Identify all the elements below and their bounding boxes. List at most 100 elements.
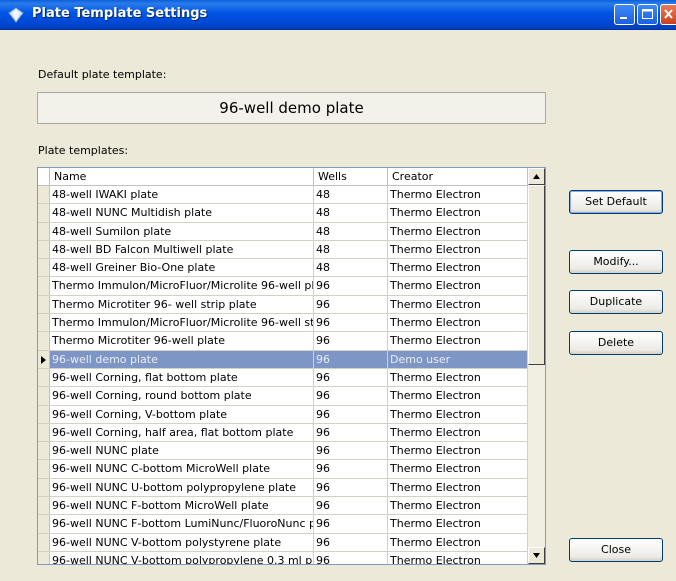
table-row[interactable]: Thermo Microtiter 96- well strip plate 96…	[38, 295, 528, 315]
cell-creator: Thermo Electron	[388, 387, 528, 405]
set-default-button[interactable]: Set Default	[569, 190, 663, 214]
cell-creator: Thermo Electron	[388, 259, 528, 277]
scroll-down-button[interactable]	[528, 547, 545, 564]
row-selector[interactable]	[38, 295, 50, 314]
title-bar[interactable]: Plate Template Settings	[0, 0, 676, 30]
table-row[interactable]: 96-well Corning, V-bottom plate 96 Thermo …	[38, 405, 528, 424]
cell-creator: Thermo Electron	[388, 314, 528, 332]
row-selector[interactable]	[38, 533, 50, 551]
table-row[interactable]: 48-well IWAKI plate 48 Thermo Electron	[38, 186, 528, 205]
cell-name: Thermo Immulon/MicroFluor/Microlite 96-w…	[50, 314, 314, 332]
cell-name: 96-well Corning, V-bottom plate	[50, 405, 314, 423]
scroll-up-arrow-icon	[533, 174, 540, 179]
cell-wells: 96	[314, 551, 388, 564]
maximize-icon	[642, 9, 653, 19]
window-title: Plate Template Settings	[32, 6, 208, 21]
cell-wells: 96	[314, 368, 388, 387]
table-row[interactable]: 48-well Sumilon plate 48 Thermo Electron	[38, 222, 528, 241]
cell-wells: 96	[314, 442, 388, 460]
duplicate-button[interactable]: Duplicate	[569, 290, 663, 314]
column-header-wells[interactable]: Wells	[314, 168, 388, 185]
table-row[interactable]: 96-well NUNC V-bottom polypropylene 0.3 …	[38, 551, 528, 564]
cell-creator: Thermo Electron	[388, 368, 528, 387]
row-selector[interactable]	[38, 442, 50, 460]
table-row[interactable]: 48-well BD Falcon Multiwell plate 48 Therm…	[38, 240, 528, 260]
cell-creator: Thermo Electron	[388, 405, 528, 423]
table-row[interactable]: 96-well demo plate 96 Demo user	[38, 350, 528, 369]
row-selector[interactable]	[38, 277, 50, 295]
row-selector[interactable]	[38, 460, 50, 478]
cell-creator: Thermo Electron	[388, 186, 528, 204]
close-window-button[interactable]	[660, 4, 676, 25]
row-selector[interactable]	[38, 387, 50, 405]
cell-creator: Thermo Electron	[388, 478, 528, 497]
cell-creator: Thermo Electron	[388, 332, 528, 350]
cell-wells: 96	[314, 460, 388, 478]
cell-wells: 48	[314, 240, 388, 259]
cell-wells: 48	[314, 259, 388, 277]
scroll-down-arrow-icon	[533, 553, 540, 558]
table-header: Name Wells Creator	[38, 168, 528, 186]
close-button[interactable]: Close	[569, 538, 663, 562]
table-row[interactable]: 96-well Corning, flat bottom plate 96 Ther…	[38, 368, 528, 388]
table-row[interactable]: Thermo Immulon/MicroFluor/Microlite 96-w…	[38, 314, 528, 333]
row-selector[interactable]	[38, 186, 50, 204]
table-row[interactable]: 96-well NUNC U-bottom polypropylene plat…	[38, 478, 528, 498]
table-row[interactable]: 96-well Corning, round bottom plate 96 The…	[38, 387, 528, 406]
row-selector[interactable]	[38, 478, 50, 497]
cell-creator: Thermo Electron	[388, 222, 528, 240]
minimize-icon	[620, 17, 627, 19]
row-selector[interactable]	[38, 515, 50, 533]
cell-name: 96-well NUNC V-bottom polystyrene plate	[50, 533, 314, 551]
row-selector[interactable]	[38, 204, 50, 222]
table-row[interactable]: Thermo Immulon/MicroFluor/Microlite 96-w…	[38, 277, 528, 296]
modify-button[interactable]: Modify...	[569, 250, 663, 274]
row-selector[interactable]	[38, 332, 50, 350]
row-selector[interactable]	[38, 405, 50, 423]
table-row[interactable]: Thermo Microtiter 96-well plate 96 Thermo …	[38, 332, 528, 351]
scroll-up-button[interactable]	[528, 168, 545, 185]
cell-wells: 96	[314, 533, 388, 551]
table-row[interactable]: 96-well Corning, half area, flat bottom …	[38, 423, 528, 443]
row-selector[interactable]	[38, 240, 50, 259]
table-row[interactable]: 48-well NUNC Multidish plate 48 Thermo Ele…	[38, 204, 528, 223]
default-template-label: Default plate template:	[38, 68, 167, 81]
row-selector[interactable]	[38, 551, 50, 564]
cell-creator: Thermo Electron	[388, 515, 528, 533]
cell-name: 48-well Greiner Bio-One plate	[50, 259, 314, 277]
table-row[interactable]: 96-well NUNC F-bottom LumiNunc/FluoroNun…	[38, 515, 528, 534]
table-row[interactable]: 48-well Greiner Bio-One plate 48 Thermo El…	[38, 259, 528, 278]
cell-creator: Thermo Electron	[388, 204, 528, 222]
cell-creator: Thermo Electron	[388, 295, 528, 314]
cell-name: 48-well NUNC Multidish plate	[50, 204, 314, 222]
cell-wells: 96	[314, 497, 388, 515]
row-selector[interactable]	[38, 497, 50, 515]
cell-creator: Thermo Electron	[388, 460, 528, 478]
row-selector[interactable]	[38, 259, 50, 277]
row-selector[interactable]	[38, 350, 50, 368]
table-row[interactable]: 96-well NUNC V-bottom polystyrene plate 9…	[38, 533, 528, 552]
row-selector[interactable]	[38, 423, 50, 442]
table-row[interactable]: 96-well NUNC C-bottom MicroWell plate 96 T…	[38, 460, 528, 479]
table-row[interactable]: 96-well NUNC plate 96 Thermo Electron	[38, 442, 528, 461]
row-selector[interactable]	[38, 368, 50, 387]
cell-name: 96-well NUNC F-bottom MicroWell plate	[50, 497, 314, 515]
maximize-button[interactable]	[637, 4, 658, 25]
plate-templates-table[interactable]: Name Wells Creator 48-well IWAKI plate 48…	[37, 167, 546, 565]
table-row[interactable]: 96-well NUNC F-bottom MicroWell plate 96 T…	[38, 497, 528, 516]
minimize-button[interactable]	[614, 4, 635, 25]
cell-creator: Thermo Electron	[388, 551, 528, 564]
cell-wells: 96	[314, 295, 388, 314]
scrollbar-thumb[interactable]	[528, 185, 545, 365]
row-selector[interactable]	[38, 222, 50, 240]
table-body: 48-well IWAKI plate 48 Thermo Electron 48-w…	[38, 186, 528, 564]
delete-button[interactable]: Delete	[569, 331, 663, 355]
cell-creator: Thermo Electron	[388, 423, 528, 442]
column-header-name[interactable]: Name	[50, 168, 314, 185]
cell-creator: Thermo Electron	[388, 277, 528, 295]
vertical-scrollbar[interactable]	[528, 168, 545, 564]
column-header-creator[interactable]: Creator	[388, 168, 528, 185]
row-selector[interactable]	[38, 314, 50, 332]
cell-name: 96-well Corning, round bottom plate	[50, 387, 314, 405]
cell-name: 96-well NUNC C-bottom MicroWell plate	[50, 460, 314, 478]
